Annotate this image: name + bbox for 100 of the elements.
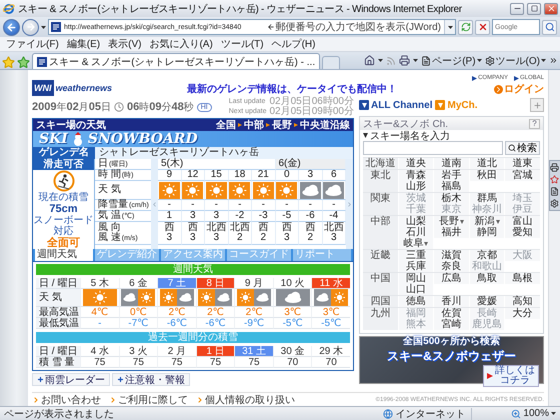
wind-speed: 2 [236,233,243,243]
menu-item[interactable]: 編集(E) [62,37,104,51]
maximize-button[interactable] [527,2,541,14]
footer-link[interactable]: 個人情報の取り扱い [196,392,295,406]
page-menu[interactable]: ページ(P) [421,54,482,68]
area-link[interactable]: 三重 [398,250,434,261]
area-link[interactable]: 滋賀 [434,250,469,261]
footer-link[interactable]: ご利用に際して [109,392,188,406]
printer-icon[interactable] [399,55,410,66]
area-link[interactable]: 島根 [505,273,540,284]
area-link[interactable]: 道南 [434,158,469,169]
area-link[interactable]: 石川 [398,227,434,238]
forward-button[interactable] [22,18,39,36]
home-icon[interactable] [364,55,376,66]
search-button[interactable]: 検索 [505,141,540,155]
document-icon[interactable] [550,187,559,196]
caret-icon [413,59,418,62]
menu-item[interactable]: お気に入り(A) [145,37,217,51]
search-button[interactable] [542,20,557,34]
area-link[interactable]: 徳島 [398,296,434,307]
menu-item[interactable]: 表示(V) [104,37,146,51]
wind-speed: 3 [190,233,196,243]
minimize-button[interactable] [510,2,524,14]
tools-menu[interactable]: ツール(O) [484,54,546,68]
stop-button[interactable] [475,20,490,34]
hour-cell: 0 [276,170,299,181]
area-link[interactable]: 宮城 [505,170,540,181]
bookmark-icon[interactable] [550,175,559,184]
map-link[interactable]: 雨雲レーダー [32,373,110,386]
dropdown-button[interactable] [444,20,455,34]
star-icon[interactable] [2,56,15,69]
channel-tab[interactable]: ALL Channel [359,100,432,110]
temperature-cell: 3 [205,211,228,222]
area-link[interactable]: 福井 [434,227,469,238]
area-link[interactable]: 佐賀 [434,308,469,319]
area-link[interactable]: 山梨 [398,216,434,227]
resort-search-field[interactable] [363,141,503,155]
snowfall-cell: - [205,200,228,211]
area-link[interactable]: 岐阜 [398,238,434,249]
area-link[interactable]: 奈良 [434,261,469,272]
area-link[interactable]: 香川 [434,296,469,307]
low-temperature: -7℃ [118,318,158,329]
area-link[interactable]: 山口 [398,284,434,295]
hour-cell: 18 [228,170,252,181]
map-link[interactable]: 注意報・警報 [112,373,190,386]
area-link[interactable]: 福島 [434,181,469,192]
help-button[interactable]: ? [529,118,540,128]
area-link[interactable]: 秋田 [470,170,504,181]
row-label: 天 気 [36,289,80,307]
breadcrumb-link[interactable]: 長野 [272,118,292,132]
area-link[interactable]: 道央 [398,158,434,169]
area-link[interactable]: 愛知 [505,227,540,238]
area-link[interactable]: 新潟 [470,216,504,227]
zoom-control[interactable]: 100% [511,408,556,419]
footer-link[interactable]: お問い合わせ [32,392,101,406]
add-favorite-icon[interactable] [17,56,30,69]
area-link[interactable]: 大分 [505,308,540,319]
chevrons-right-icon[interactable] [549,56,558,65]
area-link[interactable]: 栃木 [434,193,469,204]
menu-item[interactable]: ヘルプ(H) [268,37,320,51]
area-link[interactable]: 道北 [470,158,504,169]
area-link[interactable]: 道東 [505,158,540,169]
area-link[interactable]: 広島 [434,273,469,284]
low-temperature: - [80,318,119,329]
area-link[interactable]: 山形 [398,181,434,192]
area-link[interactable]: 宮崎 [434,319,469,330]
low-temperature: -6℃ [196,318,234,329]
ad-banner[interactable]: 全国500ヶ所から検索 スキー&スノボウェザー 詳しくは コチラ [359,336,544,384]
area-link: 東京 [434,204,469,215]
area-link[interactable]: 愛媛 [470,296,504,307]
area-link[interactable]: 群馬 [470,193,504,204]
area-link[interactable]: 鳥取 [470,273,504,284]
area-link[interactable]: 岩手 [434,170,469,181]
ad-button[interactable]: 詳しくは コチラ [483,364,539,386]
area-link[interactable]: 兵庫 [398,261,434,272]
back-button[interactable] [3,18,20,36]
breadcrumb-link[interactable]: 全国 [216,118,236,132]
area-link[interactable]: 富山 [505,216,540,227]
triangle-down-icon [496,220,500,224]
area-link[interactable]: 京都 [470,250,504,261]
skier-icon [52,170,76,192]
area-link[interactable]: 長野 [434,216,469,227]
close-button[interactable] [544,2,558,14]
area-link[interactable]: 岡山 [398,273,434,284]
wind-direction: 西 [188,223,198,233]
triangle-right-icon [266,123,270,127]
stop-icon [478,22,488,32]
breadcrumb-link[interactable]: 中部 [244,118,264,132]
menu-item[interactable]: ツール(T) [216,37,268,51]
printer-icon[interactable] [550,163,559,172]
temperature-cell: 3 [182,211,205,222]
area-link[interactable]: 静岡 [470,227,504,238]
menu-item[interactable]: ファイル(F) [2,37,63,51]
gear-icon[interactable] [550,199,559,208]
browser-tab[interactable]: スキー & スノボー(シャトレーゼスキーリゾートハヶ岳) - ... [32,53,320,69]
day-cell: 8 日 [196,278,234,289]
panel-tab[interactable]: 週間天気 [35,249,93,261]
area-link[interactable]: 青森 [398,170,434,181]
breadcrumb-link[interactable]: 中央道沿線 [300,118,350,132]
area-link[interactable]: 高知 [505,296,540,307]
